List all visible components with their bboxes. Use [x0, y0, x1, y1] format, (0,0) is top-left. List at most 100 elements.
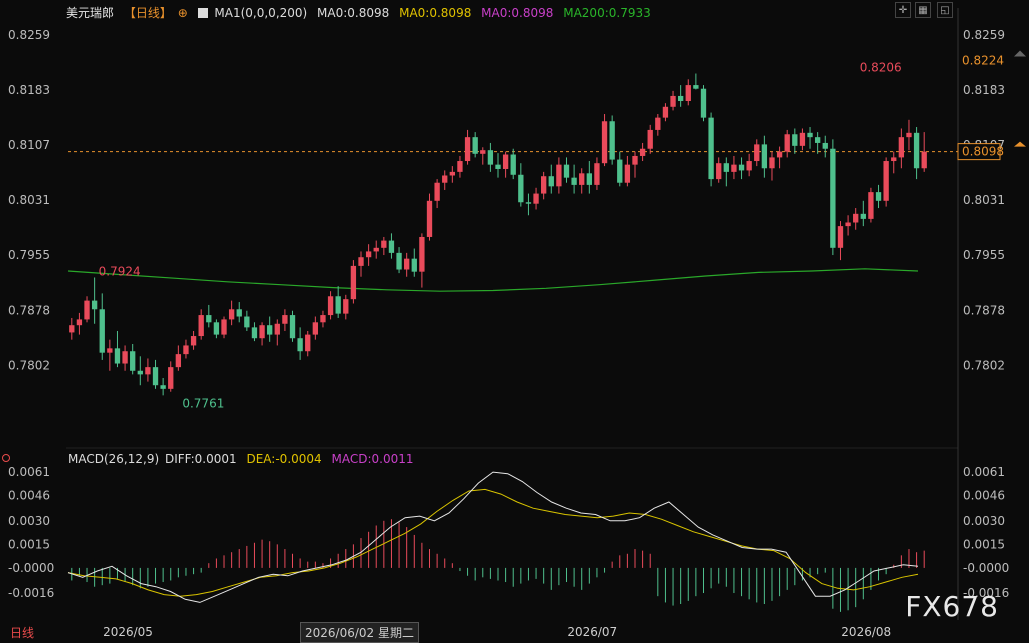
candle-body [579, 173, 585, 185]
ma-label: MA1(0,0,0,200) [214, 6, 308, 20]
candle-body [624, 164, 631, 183]
restore-icon[interactable]: ◱ [937, 2, 953, 18]
candle-body [556, 164, 562, 187]
candle-body [84, 300, 90, 320]
candle-body [708, 117, 714, 180]
candle-body [183, 345, 189, 355]
candle-body [845, 222, 851, 227]
candle-body [320, 315, 326, 323]
candle-body [274, 323, 280, 335]
dea-line [67, 488, 919, 597]
candle-body [312, 322, 319, 335]
candle-body [776, 151, 783, 158]
candle-body [160, 385, 166, 389]
y-tick-right: 0.7955 [963, 248, 1005, 262]
candle-body [609, 121, 615, 160]
macd-dea: DEA:-0.0004 [246, 452, 322, 466]
macd-header: MACD(26,12,9) DIFF:0.0001 DEA:-0.0004 MA… [68, 452, 420, 466]
y-tick-left: 0.7802 [8, 359, 50, 373]
candle-body [670, 95, 676, 107]
candle-body [206, 315, 212, 323]
candle-body [358, 257, 364, 266]
candle-body [853, 213, 859, 223]
candle-body [365, 251, 372, 258]
y-tick-right: 0.8183 [963, 83, 1005, 97]
candle-body [114, 348, 121, 364]
candle-body [822, 142, 828, 149]
candle-body [350, 265, 357, 300]
candle-body [868, 192, 874, 219]
x-tick-label: 2026/08 [841, 625, 891, 639]
candle-body [244, 316, 250, 328]
price-chart[interactable]: 0.82590.82590.81830.81830.81070.81070.80… [0, 0, 1029, 643]
macd-y-tick-left: 0.0015 [8, 537, 50, 551]
candle-body [228, 309, 235, 320]
settings-icon[interactable]: ⊕ [178, 6, 188, 20]
candle-body [343, 299, 349, 314]
candle-body [388, 240, 395, 253]
candle-body [518, 174, 524, 203]
extreme-label: 0.8206 [860, 61, 902, 75]
candle-body [601, 121, 608, 164]
candle-body [259, 325, 265, 339]
candle-body [541, 176, 547, 194]
candle-body [175, 354, 182, 368]
candle-body [442, 175, 448, 183]
candle-body [335, 296, 341, 314]
candle-body [746, 161, 752, 171]
candle-body [807, 132, 813, 138]
scroll-arrow-icon [1014, 50, 1026, 57]
ma200-value: MA200:0.7933 [563, 6, 651, 20]
candle-body [563, 164, 570, 178]
y-tick-left: 0.7955 [8, 248, 50, 262]
candle-body [130, 351, 136, 371]
candle-body [586, 173, 592, 185]
watermark: FX678 [905, 590, 999, 623]
candle-body [883, 161, 889, 201]
candle-body [91, 300, 98, 310]
period-tag[interactable]: 【日线】 [124, 6, 172, 20]
candle-body [472, 137, 478, 154]
candle-body [723, 163, 729, 172]
crosshair-icon[interactable]: ✛ [895, 2, 911, 18]
candle-body [190, 336, 197, 346]
candle-body [297, 338, 303, 352]
candle-body [594, 163, 600, 185]
macd-y-tick-right: 0.0061 [963, 465, 1005, 479]
candle-body [145, 367, 151, 375]
date-tooltip: 2026/06/02 星期二 [300, 622, 419, 643]
macd-y-tick-left: 0.0046 [8, 489, 50, 503]
macd-y-tick-left: 0.0061 [8, 465, 50, 479]
candle-body [571, 177, 577, 185]
candle-body [107, 348, 113, 353]
macd-y-tick-right: 0.0030 [963, 514, 1005, 528]
y-tick-left: 0.8107 [8, 138, 50, 152]
candle-body [137, 370, 143, 375]
candle-body [913, 132, 920, 169]
ma0-value-b: MA0:0.8098 [399, 6, 472, 20]
candle-body [449, 171, 455, 176]
candle-body [533, 193, 539, 204]
candle-body [647, 129, 653, 149]
macd-y-tick-right: -0.0000 [963, 561, 1009, 575]
period-tab[interactable]: 日线 [10, 624, 34, 641]
candle-body [411, 258, 417, 272]
candle-body [122, 351, 128, 364]
y-tick-right: 0.8259 [963, 28, 1005, 42]
ma0-value-a: MA0:0.8098 [317, 6, 390, 20]
indicator-dot-icon[interactable] [2, 454, 10, 462]
candle-body [731, 164, 737, 172]
candle-body [419, 236, 425, 272]
candle-body [168, 367, 174, 389]
y-tick-left: 0.8183 [8, 83, 50, 97]
candle-body [480, 150, 486, 154]
candle-body [267, 325, 273, 335]
candle-body [814, 137, 821, 143]
candle-body [198, 315, 204, 337]
indicator-icon[interactable] [197, 8, 208, 18]
candle-body [738, 164, 745, 171]
current-arrow-icon [1014, 141, 1026, 147]
grid-icon[interactable]: ▦ [915, 2, 931, 18]
candle-body [685, 85, 691, 101]
candle-body [495, 164, 501, 169]
